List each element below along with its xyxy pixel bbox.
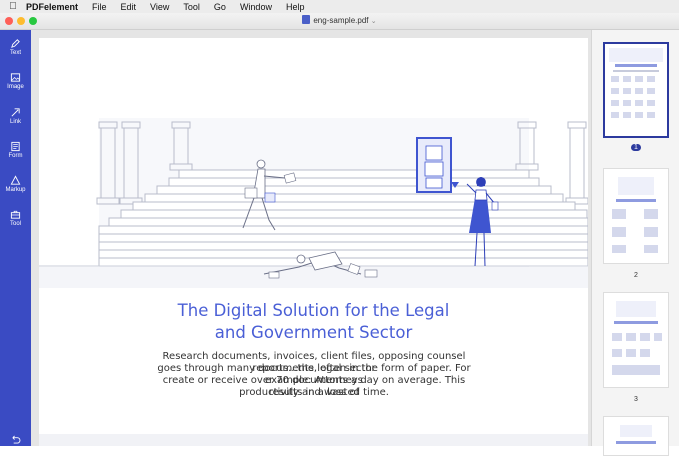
document-title[interactable]: eng-sample.pdf ⌄	[0, 15, 679, 25]
thumbnail-page-2-number[interactable]: 2	[592, 272, 679, 279]
menu-edit[interactable]: Edit	[121, 2, 137, 12]
tool-text-label: Text	[9, 50, 21, 56]
thumbnail-page-1-number[interactable]: 1	[592, 144, 679, 151]
image-icon	[10, 73, 21, 82]
window-titlebar: eng-sample.pdf ⌄	[0, 13, 679, 30]
tool-markup-label: Markup	[5, 187, 26, 193]
link-icon	[11, 108, 20, 117]
thumbnail-page-2-preview	[612, 177, 658, 253]
toolbox-icon	[10, 210, 21, 219]
pen-icon	[11, 39, 20, 48]
menu-bar:  PDFelement File Edit View Tool Go Wind…	[0, 0, 679, 13]
thumbnail-page-4[interactable]	[603, 416, 669, 456]
tool-image-label: Image	[7, 84, 24, 90]
tool-text[interactable]: Text	[0, 38, 31, 56]
thumbnail-page-1[interactable]	[603, 42, 669, 138]
pdf-page: The Digital Solution for the Legal and G…	[39, 38, 588, 446]
markup-icon	[10, 175, 21, 185]
thumbnail-page-4-preview	[616, 425, 656, 444]
menu-app-name[interactable]: PDFelement	[26, 2, 78, 12]
tool-tool[interactable]: Tool	[0, 209, 31, 227]
menu-tool[interactable]: Tool	[183, 2, 200, 12]
page-paragraph-line4: productivity and wasted time.	[239, 387, 389, 398]
apple-icon[interactable]: 	[0, 1, 26, 12]
tool-link-label: Link	[9, 119, 21, 125]
menu-window[interactable]: Window	[240, 2, 272, 12]
thumbnail-page-3-preview	[612, 301, 662, 375]
thumbnail-page-3-number[interactable]: 3	[592, 396, 679, 403]
undo-icon[interactable]	[10, 435, 21, 444]
page-headline-line1: The Digital Solution for the Legal	[177, 301, 450, 320]
tool-form-label: Form	[8, 153, 23, 159]
thumbnail-page-3[interactable]	[603, 292, 669, 388]
thumbnail-page-2[interactable]	[603, 168, 669, 264]
menu-file[interactable]: File	[92, 2, 107, 12]
page-number-badge: 1	[631, 144, 641, 151]
menu-go[interactable]: Go	[214, 2, 226, 12]
tool-markup[interactable]: Markup	[0, 175, 31, 193]
thumbnail-panel[interactable]: 1 2 3	[591, 30, 679, 456]
menu-view[interactable]: View	[150, 2, 169, 12]
page-footer-band	[39, 434, 588, 446]
pdf-file-icon	[302, 15, 311, 24]
legal-steps-illustration	[39, 38, 588, 288]
tool-form[interactable]: Form	[0, 141, 31, 159]
form-icon	[11, 141, 20, 152]
tool-link[interactable]: Link	[0, 107, 31, 125]
document-canvas[interactable]: The Digital Solution for the Legal and G…	[31, 30, 591, 446]
thumbnail-page-1-preview	[609, 48, 663, 118]
page-headline-line2: and Government Sector	[214, 323, 413, 342]
tool-sidebar: Text Image Link Form Markup Tool	[0, 30, 31, 446]
document-title-text: eng-sample.pdf	[313, 16, 369, 25]
chevron-down-icon[interactable]: ⌄	[371, 18, 377, 25]
menu-help[interactable]: Help	[286, 2, 305, 12]
tool-image[interactable]: Image	[0, 72, 31, 90]
tool-tool-label: Tool	[9, 221, 21, 227]
